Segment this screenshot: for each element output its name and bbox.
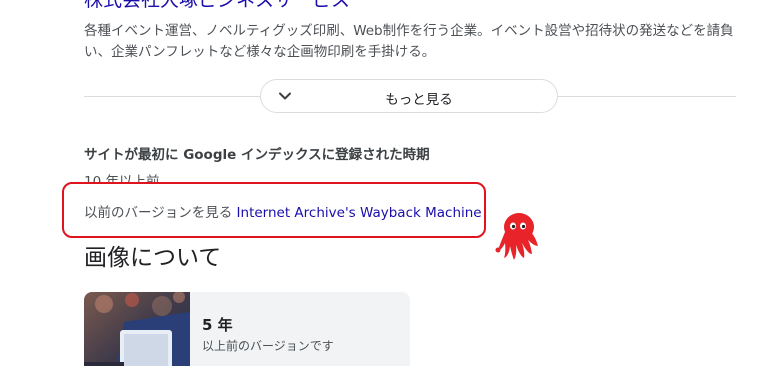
about-image-heading: 画像について [84, 245, 222, 271]
company-description: 各種イベント運営、ノベルティグッズ印刷、Web制作を行う企業。イベント設営や招待… [84, 23, 734, 60]
index-date-heading: サイトが最初に Google インデックスに登録された時期 [84, 147, 430, 163]
more-button-label: もっと見る [385, 92, 453, 108]
image-age-caption: 以上前のバージョンです [202, 339, 334, 353]
wayback-link[interactable]: Internet Archive's Wayback Machine [237, 205, 482, 221]
more-button[interactable]: もっと見る [260, 79, 558, 113]
search-result-panel: 株式会社大塚ビジネスサービス 各種イベント運営、ノベルティグッズ印刷、Web制作… [0, 0, 761, 366]
octopus-mascot-icon [495, 213, 538, 260]
company-title-link[interactable]: 株式会社大塚ビジネスサービス [84, 0, 350, 12]
wayback-row: 以前のバージョンを見る Internet Archive's Wayback M… [84, 201, 482, 221]
thumbnail-image [84, 292, 190, 366]
image-age-card[interactable]: 5 年 以上前のバージョンです [84, 292, 410, 366]
image-age-value: 5 年 [202, 316, 233, 334]
wayback-prefix: 以前のバージョンを見る [84, 205, 233, 221]
